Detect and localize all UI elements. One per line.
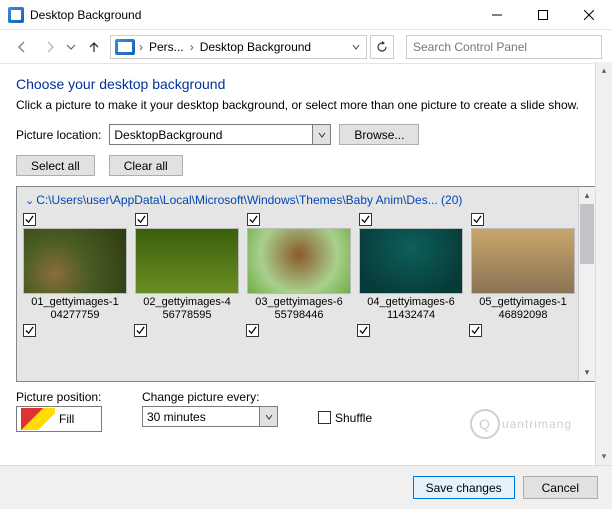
picture-thumbnail[interactable] [247, 228, 351, 294]
picture-location-dropdown[interactable] [313, 124, 331, 145]
change-every-combo[interactable]: 30 minutes [142, 406, 260, 427]
picture-checkbox[interactable] [246, 324, 259, 337]
picture-position-combo[interactable]: Fill [16, 406, 102, 432]
breadcrumb-dropdown[interactable] [348, 40, 364, 54]
shuffle-label: Shuffle [335, 411, 372, 425]
picture-tile[interactable]: 03_gettyimages-6 55798446 [247, 213, 351, 322]
picture-checkbox[interactable] [357, 324, 370, 337]
scroll-down-icon[interactable]: ▾ [579, 364, 595, 381]
picture-tile[interactable]: 04_gettyimages-6 11432474 [359, 213, 463, 322]
picture-name: 05_gettyimages-1 46892098 [471, 296, 575, 322]
cancel-button[interactable]: Cancel [523, 476, 598, 499]
chevron-right-icon: › [188, 40, 196, 54]
breadcrumb[interactable]: › Pers... › Desktop Background [110, 35, 367, 59]
picture-thumbnail[interactable] [135, 228, 239, 294]
window-title: Desktop Background [30, 8, 474, 22]
scroll-up-icon[interactable]: ▴ [596, 62, 612, 79]
change-every-label: Change picture every: [142, 390, 278, 404]
dialog-footer: Save changes Cancel [0, 465, 612, 509]
picture-checkbox[interactable] [471, 213, 484, 226]
app-icon [8, 7, 24, 23]
page-heading: Choose your desktop background [16, 76, 596, 92]
select-all-button[interactable]: Select all [16, 155, 95, 176]
navbar: › Pers... › Desktop Background Search Co… [0, 30, 612, 64]
up-button[interactable] [82, 35, 106, 59]
picture-thumbnail[interactable] [359, 228, 463, 294]
picture-thumbnail[interactable] [471, 228, 575, 294]
picture-thumbnail[interactable] [23, 228, 127, 294]
picture-name: 04_gettyimages-6 11432474 [359, 296, 463, 322]
picture-name: 02_gettyimages-4 56778595 [135, 296, 239, 322]
picture-location-label: Picture location: [16, 128, 101, 142]
scroll-down-icon[interactable]: ▾ [596, 448, 612, 465]
control-panel-icon [115, 39, 135, 55]
recent-locations-button[interactable] [66, 42, 78, 52]
gallery-group-header[interactable]: ⌄C:\Users\user\AppData\Local\Microsoft\W… [23, 191, 572, 213]
save-changes-button[interactable]: Save changes [413, 476, 515, 499]
search-placeholder: Search Control Panel [413, 40, 527, 54]
picture-checkbox[interactable] [359, 213, 372, 226]
page-subtext: Click a picture to make it your desktop … [16, 98, 596, 112]
minimize-button[interactable] [474, 0, 520, 29]
close-button[interactable] [566, 0, 612, 29]
picture-tile[interactable]: 02_gettyimages-4 56778595 [135, 213, 239, 322]
breadcrumb-segment[interactable]: Pers... [145, 40, 188, 54]
picture-checkbox[interactable] [247, 213, 260, 226]
picture-position-label: Picture position: [16, 390, 102, 404]
scroll-thumb[interactable] [580, 204, 594, 264]
picture-checkbox[interactable] [134, 324, 147, 337]
scroll-up-icon[interactable]: ▴ [579, 187, 595, 204]
position-value: Fill [59, 412, 74, 426]
forward-button[interactable] [38, 35, 62, 59]
breadcrumb-segment[interactable]: Desktop Background [196, 40, 348, 54]
picture-name: 03_gettyimages-6 55798446 [247, 296, 351, 322]
picture-tile[interactable]: 01_gettyimages-1 04277759 [23, 213, 127, 322]
shuffle-checkbox[interactable] [318, 411, 331, 424]
back-button[interactable] [10, 35, 34, 59]
picture-name: 01_gettyimages-1 04277759 [23, 296, 127, 322]
picture-checkbox[interactable] [135, 213, 148, 226]
gallery-scrollbar[interactable]: ▴ ▾ [578, 187, 595, 381]
position-preview-icon [21, 408, 55, 430]
picture-checkbox[interactable] [23, 324, 36, 337]
picture-checkbox[interactable] [469, 324, 482, 337]
picture-checkbox[interactable] [23, 213, 36, 226]
change-every-dropdown[interactable] [260, 406, 278, 427]
window-scrollbar[interactable]: ▴ ▾ [595, 62, 612, 465]
picture-gallery: ⌄C:\Users\user\AppData\Local\Microsoft\W… [16, 186, 596, 382]
picture-tile[interactable]: 05_gettyimages-1 46892098 [471, 213, 575, 322]
picture-location-combo[interactable]: DesktopBackground [109, 124, 313, 145]
browse-button[interactable]: Browse... [339, 124, 419, 145]
chevron-right-icon: › [137, 40, 145, 54]
refresh-button[interactable] [370, 35, 394, 59]
titlebar: Desktop Background [0, 0, 612, 30]
clear-all-button[interactable]: Clear all [109, 155, 183, 176]
search-input[interactable]: Search Control Panel [406, 35, 602, 59]
maximize-button[interactable] [520, 0, 566, 29]
